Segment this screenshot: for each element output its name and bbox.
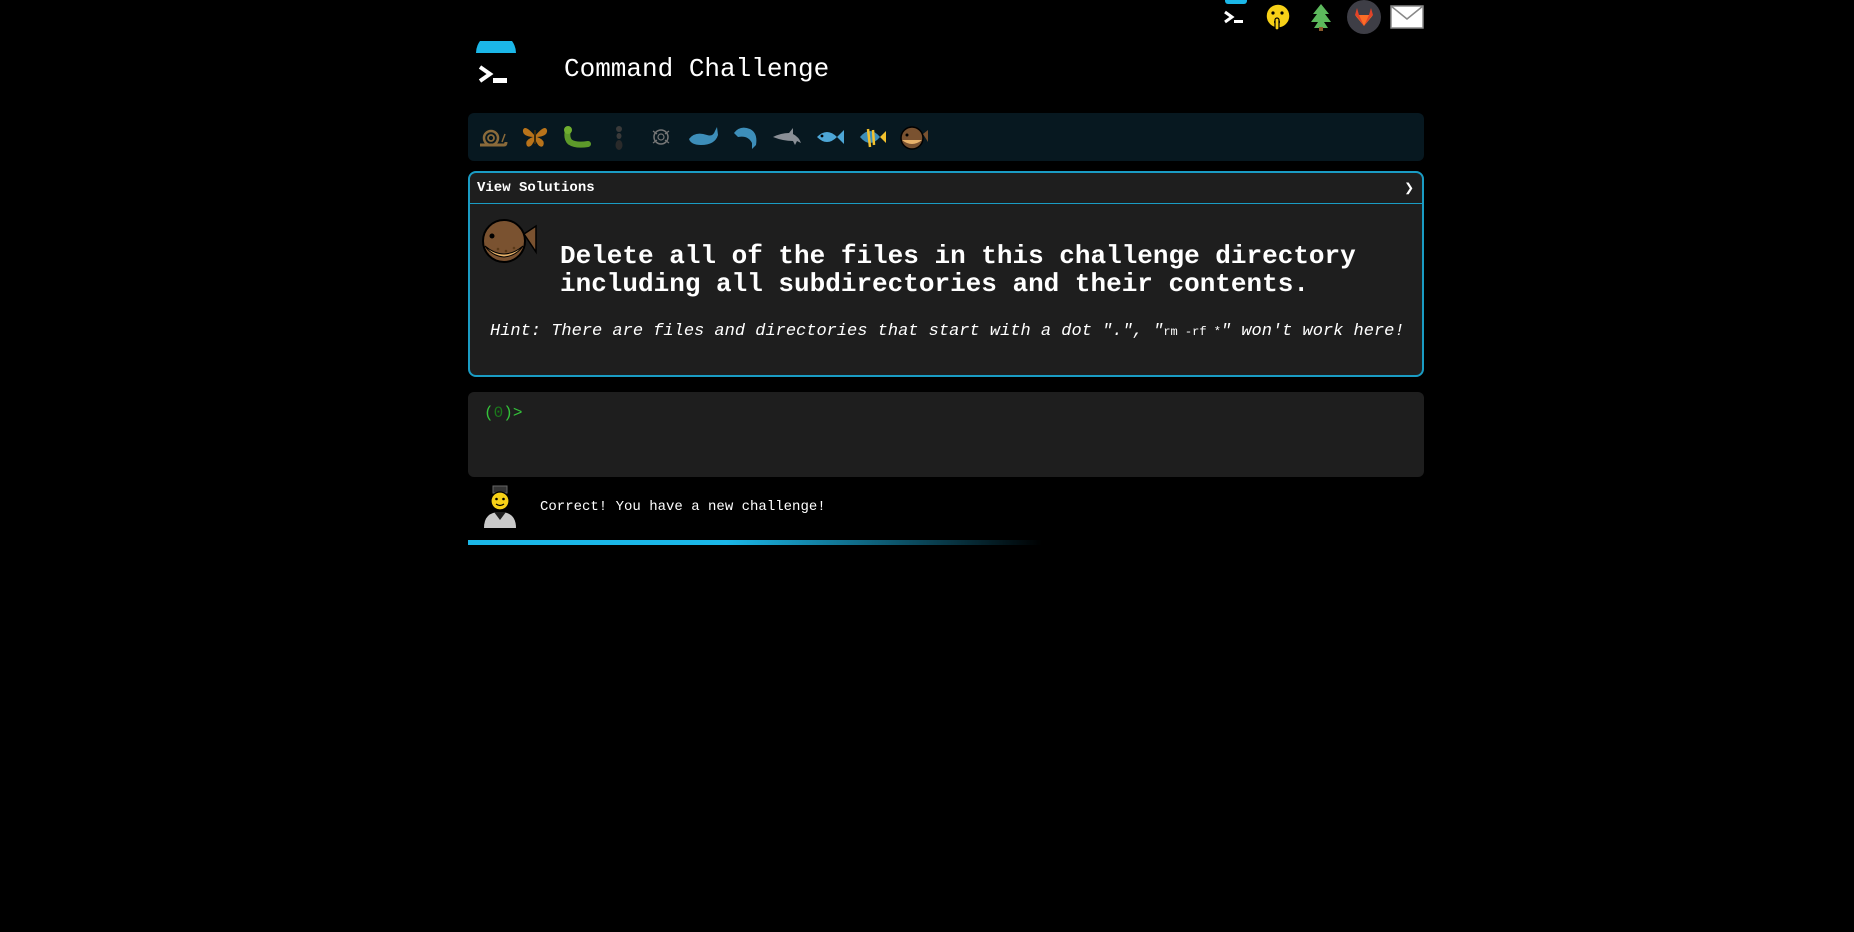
terminal[interactable]: (0)> — [468, 392, 1424, 477]
terminal-icon[interactable] — [1217, 0, 1253, 33]
judge-avatar-icon — [478, 484, 522, 530]
prompt-count: 0 — [493, 404, 504, 422]
level-dolphin-grey-icon[interactable] — [770, 120, 804, 154]
level-snail-icon[interactable] — [476, 120, 510, 154]
prompt: (0)> — [484, 404, 522, 422]
hint-code: rm -rf * — [1163, 325, 1221, 339]
hint-suffix: " won't work here! — [1220, 322, 1405, 341]
command-input[interactable] — [532, 403, 1397, 423]
level-butterfly-icon[interactable] — [518, 120, 552, 154]
level-blowfish-icon[interactable] — [896, 120, 930, 154]
level-tropical-fish-icon[interactable] — [854, 120, 888, 154]
level-ant-outline-icon[interactable] — [644, 120, 678, 154]
challenge-body: Delete all of the files in this challeng… — [470, 204, 1422, 375]
gitlab-icon[interactable] — [1346, 0, 1382, 34]
prompt-close: )> — [503, 404, 523, 422]
level-bar — [468, 113, 1424, 161]
view-solutions-toggle[interactable]: View Solutions ❯ — [470, 173, 1422, 204]
level-fish-icon[interactable] — [812, 120, 846, 154]
feedback-message: Correct! You have a new challenge! — [540, 499, 826, 515]
header: Command Challenge — [468, 33, 830, 97]
mail-icon[interactable] — [1389, 1, 1425, 33]
top-icon-bar — [1210, 0, 1425, 34]
shushing-face-icon[interactable] — [1260, 1, 1296, 33]
prompt-open: ( — [484, 404, 494, 422]
progress-fill — [468, 540, 1042, 545]
progress-bar — [468, 540, 1424, 545]
level-caterpillar-icon[interactable] — [560, 120, 594, 154]
hint-prefix: Hint: There are files and directories th… — [490, 322, 1164, 341]
challenge-panel: View Solutions ❯ Delete all of the files… — [468, 171, 1424, 377]
christmas-tree-icon[interactable] — [1303, 1, 1339, 33]
page-title: Command Challenge — [564, 54, 830, 84]
level-whale-icon[interactable] — [686, 120, 720, 154]
challenge-description: Delete all of the files in this challeng… — [560, 241, 1356, 299]
blowfish-icon — [476, 216, 538, 271]
chevron-right-icon: ❯ — [1404, 180, 1414, 198]
level-ant-icon[interactable] — [602, 120, 636, 154]
hint-text: Hint: There are files and directories th… — [490, 322, 1405, 341]
level-dolphin-icon[interactable] — [728, 120, 762, 154]
view-solutions-label: View Solutions — [477, 180, 595, 196]
logo-icon[interactable] — [468, 33, 524, 97]
feedback: Correct! You have a new challenge! — [468, 484, 1424, 530]
